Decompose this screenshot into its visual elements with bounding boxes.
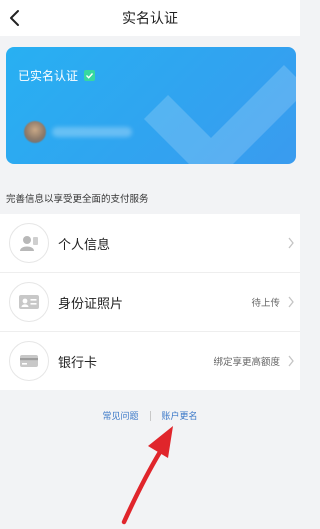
verification-card: 已实名认证	[6, 47, 296, 164]
card-check-watermark-icon	[143, 64, 296, 164]
chevron-right-icon	[288, 355, 294, 367]
chevron-right-icon	[288, 296, 294, 308]
id-card-icon	[9, 282, 49, 322]
blurred-name	[52, 127, 132, 137]
header-bar: 实名认证	[0, 0, 300, 36]
page-title: 实名认证	[122, 11, 178, 27]
list-item-bank-card[interactable]: 银行卡 绑定享更高额度	[0, 332, 300, 390]
footer-divider	[149, 410, 151, 421]
chevron-right-icon	[288, 237, 294, 249]
bank-card-icon	[9, 341, 49, 381]
check-icon	[84, 70, 96, 81]
list-item-label: 银行卡	[58, 356, 98, 371]
verified-status-text: 已实名认证	[18, 69, 79, 83]
list-item-label: 个人信息	[58, 238, 111, 253]
verified-status: 已实名认证	[18, 67, 96, 84]
person-id-icon	[9, 223, 49, 263]
avatar	[24, 121, 46, 143]
list-item-personal-info[interactable]: 个人信息	[0, 214, 300, 273]
info-list: 个人信息 身份证照片 待上传 银行卡 绑定享更高额度	[0, 214, 300, 390]
list-item-value: 绑定享更高额度	[213, 357, 280, 368]
red-arrow-annotation-icon	[121, 426, 173, 525]
list-item-value: 待上传	[251, 298, 280, 309]
section-title: 完善信息以享受更全面的支付服务	[6, 194, 149, 205]
list-item-label: 身份证照片	[58, 297, 124, 312]
list-item-id-photo[interactable]: 身份证照片 待上传	[0, 273, 300, 332]
